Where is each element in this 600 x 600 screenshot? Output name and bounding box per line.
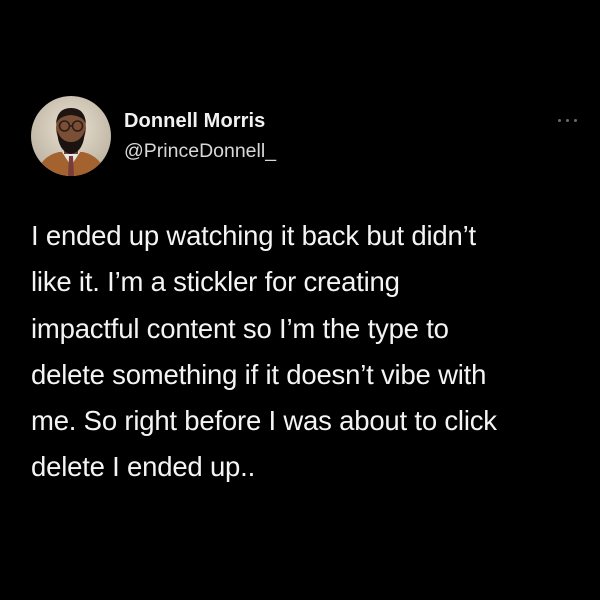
tweet-text-line: like it. I’m a stickler for creating bbox=[31, 266, 400, 298]
tweet-text-line: impactful content so I’m the type to bbox=[31, 312, 449, 344]
tweet-text-line: me. So right before I was about to click bbox=[31, 405, 497, 437]
tweet-text-line: I ended up watching it back but didn’t bbox=[31, 220, 476, 251]
tweet-text-line: delete I ended up.. bbox=[31, 451, 256, 483]
tweet-card: Donnell Morris @PrinceDonnell_ I ended u… bbox=[0, 0, 600, 600]
more-dot bbox=[566, 119, 569, 122]
profile-photo-icon bbox=[31, 96, 111, 176]
more-dot bbox=[574, 119, 577, 122]
more-dot bbox=[558, 119, 561, 122]
tweet-text: I ended up watching it back but didn’t l… bbox=[31, 213, 591, 491]
tweet-text-line: delete something if it doesn’t vibe with bbox=[31, 358, 487, 390]
more-horizontal-icon[interactable] bbox=[555, 114, 581, 126]
author-display-name[interactable]: Donnell Morris bbox=[124, 110, 265, 133]
author-handle[interactable]: @PrinceDonnell_ bbox=[124, 140, 276, 163]
avatar[interactable] bbox=[31, 96, 111, 176]
